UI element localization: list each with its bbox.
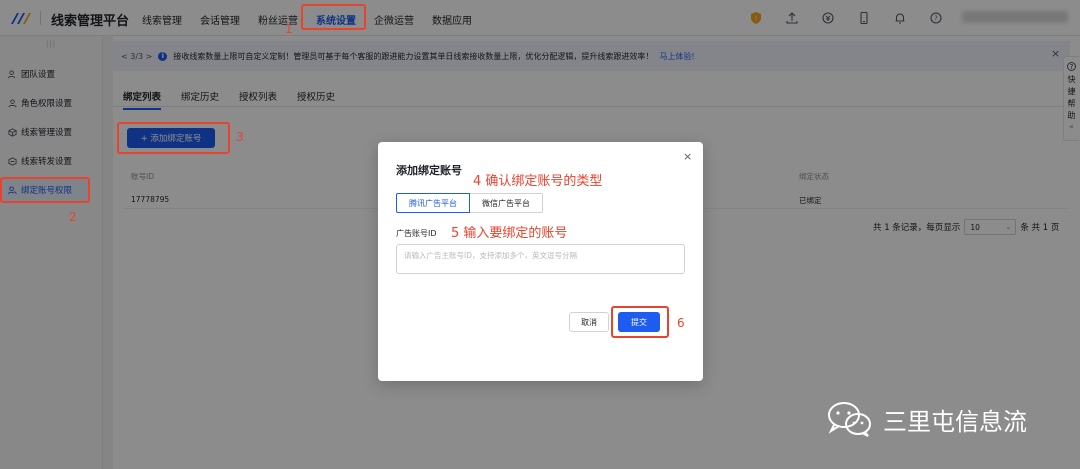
modal-title: 添加绑定账号 xyxy=(396,164,462,177)
platform-option-tencent[interactable]: 腾讯广告平台 xyxy=(396,193,470,213)
watermark-text: 三里屯信息流 xyxy=(883,407,1027,436)
ad-account-id-label: 广告账号ID xyxy=(396,229,437,238)
annotation-number-1: 1 xyxy=(285,22,293,36)
annotation-number-6: 6 xyxy=(677,316,685,330)
ad-account-id-input[interactable]: 请输入广告主账号ID，支持添加多个，英文逗号分隔 xyxy=(396,244,685,274)
annotation-box-add-button xyxy=(117,122,230,154)
cancel-button[interactable]: 取消 xyxy=(569,312,609,332)
annotation-box-system-settings xyxy=(301,4,366,30)
wechat-logo-icon xyxy=(828,402,871,437)
annotation-box-sidebar-bind xyxy=(0,177,90,203)
annotation-box-submit xyxy=(611,306,669,338)
annotation-number-2: 2 xyxy=(69,210,77,224)
annotation-step-4: 4 确认绑定账号的类型 xyxy=(473,174,603,189)
close-icon[interactable]: × xyxy=(683,150,692,163)
platform-segmented-control: 腾讯广告平台 微信广告平台 xyxy=(396,193,543,213)
watermark: 三里屯信息流 xyxy=(825,400,1027,438)
annotation-step-5: 5 输入要绑定的账号 xyxy=(451,226,568,241)
annotation-number-3: 3 xyxy=(236,130,244,144)
platform-option-wechat[interactable]: 微信广告平台 xyxy=(470,193,543,213)
